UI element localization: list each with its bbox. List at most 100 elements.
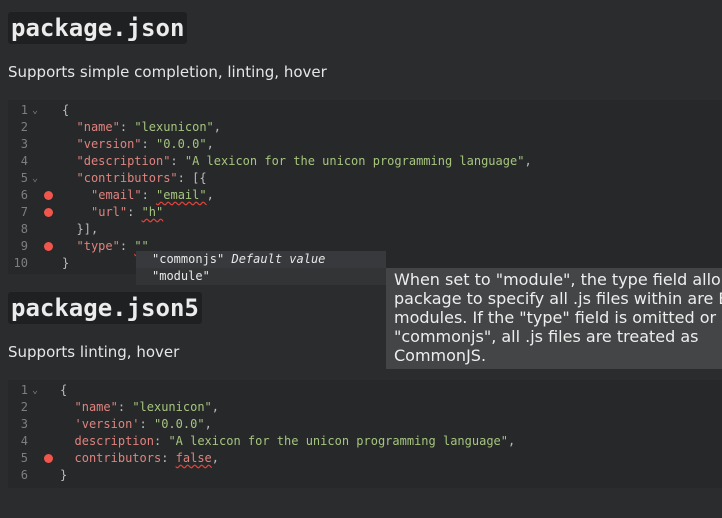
lint-error-icon[interactable] xyxy=(44,454,53,463)
line-number: 5 xyxy=(20,451,28,465)
demo2-code-editor[interactable]: 1 ⌄ {2 "name": "lexunicon", 3 'version': "0.0… xyxy=(8,380,722,488)
lint-error-icon[interactable] xyxy=(44,242,53,251)
fold-chevron-icon[interactable]: ⌄ xyxy=(32,382,38,399)
code-line[interactable]: 1 ⌄ { xyxy=(8,102,722,119)
line-number: 3 xyxy=(20,137,28,151)
code-token: { xyxy=(60,383,68,397)
code-line[interactable]: 5 ⌄ "contributors": [{ xyxy=(8,170,722,187)
line-number: 1 xyxy=(20,383,28,397)
code-token: "url" xyxy=(91,205,128,219)
code-token: : xyxy=(127,205,142,219)
code-text: "version": "0.0.0", xyxy=(77,136,214,153)
code-token: "0.0.0" xyxy=(153,417,205,431)
code-token: , xyxy=(211,400,220,414)
code-token: , xyxy=(524,154,532,168)
code-token: } xyxy=(60,468,68,482)
code-line[interactable]: 5 contributors: false, xyxy=(8,450,722,467)
code-token: : xyxy=(141,188,157,202)
code-token: "A lexicon for the unicon programming la… xyxy=(184,154,525,168)
code-token: "description" xyxy=(76,154,171,168)
code-token: : xyxy=(119,120,135,134)
code-token: 'version' xyxy=(74,417,140,431)
autocomplete-item-module[interactable]: "module" xyxy=(152,268,210,285)
code-text: "name": "lexunicon", xyxy=(75,399,220,416)
code-token: "type" xyxy=(76,239,120,253)
code-token: "A lexicon for the unicon programming la… xyxy=(168,434,508,448)
line-number: 9 xyxy=(20,239,28,253)
code-line[interactable]: 1 ⌄ { xyxy=(8,382,722,399)
code-line[interactable]: 4 description: "A lexicon for the unicon … xyxy=(8,433,722,450)
demo2-subtitle: Supports linting, hover xyxy=(8,343,180,361)
fold-chevron-icon[interactable]: ⌄ xyxy=(32,170,38,187)
line-number: 5 xyxy=(20,171,28,185)
code-line[interactable]: 6} xyxy=(8,467,722,484)
code-token: "lexunicon" xyxy=(132,400,212,414)
code-text: "description": "A lexicon for the unicon… xyxy=(77,153,532,170)
demo1-title: package.json demo xyxy=(8,12,188,44)
code-text: "url": "h" xyxy=(91,204,163,221)
code-text: "name": "lexunicon", xyxy=(77,119,222,136)
code-token: , xyxy=(204,417,212,431)
tooltip-line: package to specify all .js files within … xyxy=(394,289,722,308)
code-token: : xyxy=(153,434,169,448)
code-text: { xyxy=(62,102,69,119)
line-number: 2 xyxy=(20,120,28,134)
tooltip-line: CommonJS. xyxy=(394,346,487,365)
code-line[interactable]: 6 "email": "email", xyxy=(8,187,722,204)
code-token: : xyxy=(119,239,135,253)
code-text: contributors: false, xyxy=(75,450,220,467)
demo2-title-code: package.json5 xyxy=(8,292,202,324)
code-text: } xyxy=(60,467,67,484)
lint-error-icon[interactable] xyxy=(44,191,53,200)
autocomplete-popup: "commonjs" Default value "module" xyxy=(136,251,386,285)
code-text: { xyxy=(60,382,67,399)
line-number: 7 xyxy=(20,205,28,219)
line-number: 6 xyxy=(20,188,28,202)
code-line[interactable]: 4 "description": "A lexicon for the unico… xyxy=(8,153,722,170)
code-token: "name" xyxy=(74,400,118,414)
code-token: : xyxy=(117,400,133,414)
code-token: , xyxy=(213,120,222,134)
line-number: 2 xyxy=(20,400,28,414)
line-number: 3 xyxy=(20,417,28,431)
code-token: "lexunicon" xyxy=(134,120,214,134)
code-token: } xyxy=(62,256,70,270)
code-text: "contributors": [{ xyxy=(77,170,207,187)
code-token: : xyxy=(161,451,176,465)
code-token: contributors xyxy=(74,451,162,465)
code-text: }], xyxy=(77,221,99,238)
code-token: "contributors" xyxy=(76,171,178,185)
demo1-code-editor[interactable]: 1 ⌄ {2 "name": "lexunicon", 3 "version": "0.0… xyxy=(8,100,722,274)
code-text: 'version': "0.0.0", xyxy=(75,416,212,433)
code-line[interactable]: 2 "name": "lexunicon", xyxy=(8,399,722,416)
fold-chevron-icon[interactable]: ⌄ xyxy=(32,102,38,119)
code-token: description xyxy=(74,434,154,448)
tooltip-line: modules. If the "type" field is omitted … xyxy=(394,308,722,327)
code-token: , xyxy=(206,137,214,151)
code-token: : xyxy=(139,417,154,431)
hover-tooltip: When set to "module", the type field all… xyxy=(386,268,722,369)
code-token: "email" xyxy=(91,188,142,202)
line-number: 8 xyxy=(20,222,28,236)
code-line[interactable]: 2 "name": "lexunicon", xyxy=(8,119,722,136)
autocomplete-item-label: "commonjs" xyxy=(152,252,225,266)
lint-error-icon[interactable] xyxy=(44,208,53,217)
tooltip-line: "commonjs", all .js files are treated as xyxy=(394,327,699,346)
code-token: : xyxy=(141,137,156,151)
autocomplete-item-commonjs[interactable]: "commonjs" Default value xyxy=(136,251,386,268)
code-token: : [{ xyxy=(177,171,207,185)
code-text: "email": "email", xyxy=(91,187,214,204)
code-line[interactable]: 7 "url": "h" xyxy=(8,204,722,221)
code-token: "version" xyxy=(76,137,142,151)
code-line[interactable]: 8}], xyxy=(8,221,722,238)
code-token: , xyxy=(206,188,214,202)
line-number: 10 xyxy=(13,256,28,270)
autocomplete-item-detail: Default value xyxy=(231,252,326,266)
line-number: 1 xyxy=(20,103,28,117)
demo2-title: package.json5 demo xyxy=(8,292,202,324)
code-text: description: "A lexicon for the unicon p… xyxy=(75,433,516,450)
code-line[interactable]: 3 'version': "0.0.0", xyxy=(8,416,722,433)
code-token: "h" xyxy=(141,205,164,219)
code-line[interactable]: 3 "version": "0.0.0", xyxy=(8,136,722,153)
code-token: , xyxy=(508,434,516,448)
